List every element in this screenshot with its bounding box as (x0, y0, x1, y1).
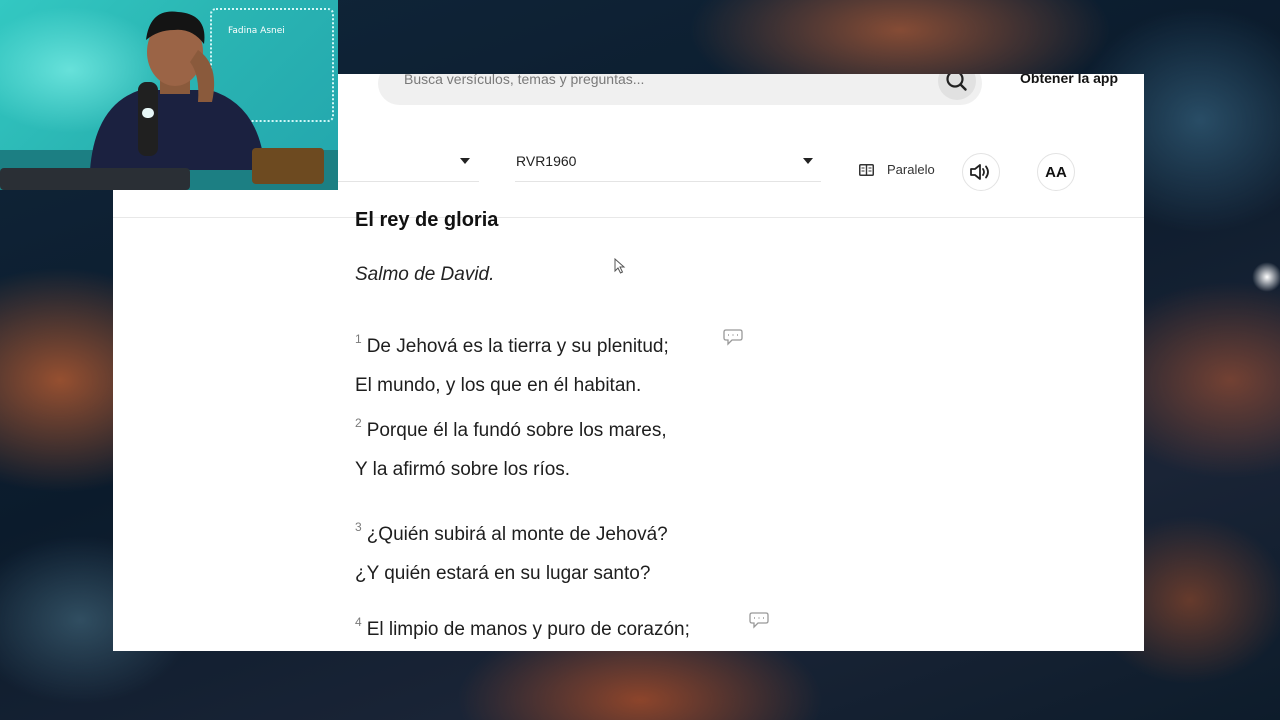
verse-text: De Jehová es la tierra y su plenitud; (366, 336, 669, 357)
verse-line[interactable]: ¿Y quién estará en su lugar santo? (355, 563, 650, 585)
verse-line[interactable]: 3 ¿Quién subirá al monte de Jehová? (355, 520, 668, 546)
bible-book (252, 148, 324, 184)
mouse-pointer-icon (614, 258, 626, 274)
comment-icon[interactable] (749, 611, 769, 629)
verse-line[interactable]: El mundo, y los que en él habitan. (355, 375, 641, 397)
get-app-link[interactable]: Obtener la app (1020, 74, 1118, 86)
verse-text: Porque él la fundó sobre los mares, (366, 420, 667, 441)
star-glow (1252, 262, 1280, 292)
comment-icon[interactable] (723, 328, 743, 346)
verse-text: Y la afirmó sobre los ríos. (355, 459, 571, 480)
verse-line[interactable]: 2 Porque él la fundó sobre los mares, (355, 416, 667, 442)
verse-number: 3 (355, 520, 362, 534)
version-value: RVR1960 (516, 153, 577, 169)
search-bar (378, 74, 982, 105)
verse-number: 2 (355, 416, 362, 430)
search-icon (946, 74, 967, 91)
verse-number: 4 (355, 615, 362, 629)
chevron-down-icon (803, 158, 813, 164)
verse-line[interactable]: 4 El limpio de manos y puro de corazón; (355, 615, 690, 641)
parallel-button[interactable]: Paralelo (859, 162, 935, 177)
verse-text: ¿Y quién estará en su lugar santo? (355, 563, 651, 584)
verse-line[interactable]: Y la afirmó sobre los ríos. (355, 459, 570, 481)
font-size-button[interactable]: AA (1037, 153, 1075, 191)
parallel-label: Paralelo (887, 162, 935, 177)
verse-text: ¿Quién subirá al monte de Jehová? (366, 524, 668, 545)
verse-line[interactable]: 1 De Jehová es la tierra y su plenitud; (355, 332, 669, 358)
version-selector[interactable]: RVR1960 (515, 150, 821, 182)
verse-number: 1 (355, 332, 362, 346)
psalm-superscription: Salmo de David. (355, 264, 495, 285)
search-button[interactable] (938, 74, 976, 100)
webcam-overlay: Fadina Asnei (0, 0, 338, 190)
streamer-figure (90, 11, 265, 170)
verse-text: El mundo, y los que en él habitan. (355, 375, 642, 396)
chevron-down-icon (460, 158, 470, 164)
audio-button[interactable] (962, 153, 1000, 191)
header-divider (113, 217, 1144, 218)
book-columns-icon (859, 163, 874, 176)
speaker-icon (970, 164, 989, 180)
section-title: El rey de gloria (355, 209, 499, 231)
keyboard (0, 168, 190, 190)
verse-text: El limpio de manos y puro de corazón; (366, 619, 690, 640)
search-input[interactable] (404, 74, 904, 87)
